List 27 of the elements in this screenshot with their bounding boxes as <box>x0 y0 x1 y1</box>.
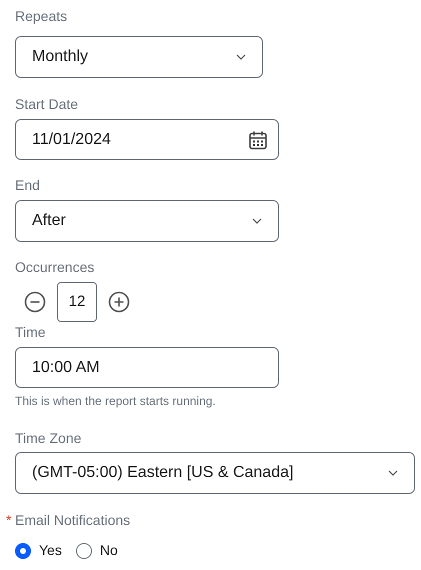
minus-circle-icon <box>24 291 46 313</box>
required-asterisk: * <box>6 511 12 530</box>
decrement-button[interactable] <box>24 291 46 313</box>
field-label: Start Date <box>15 95 80 114</box>
field-label: Time <box>15 323 47 342</box>
occurrences-field[interactable]: 12 <box>57 282 97 322</box>
date-field[interactable]: 11/01/2024 <box>15 119 279 160</box>
radio-button[interactable] <box>76 542 92 558</box>
increment-button[interactable] <box>108 291 130 313</box>
chevron-down-icon <box>388 470 398 476</box>
dropdown[interactable]: Monthly <box>15 36 263 78</box>
field-label: Email Notifications <box>15 511 130 530</box>
field-label: Time Zone <box>15 429 82 448</box>
calendar-icon[interactable] <box>248 130 268 150</box>
field-label: Repeats <box>15 7 68 26</box>
plus-circle-icon <box>108 291 130 313</box>
radio-option[interactable]: No <box>76 540 118 561</box>
field-label: Occurrences <box>15 258 96 277</box>
dropdown[interactable]: (GMT-05:00) Eastern [US & Canada] <box>15 452 415 494</box>
radio-button[interactable] <box>15 542 31 558</box>
chevron-down-icon <box>252 218 262 224</box>
dropdown[interactable]: After <box>15 200 279 242</box>
field-label: End <box>15 176 41 195</box>
radio-option[interactable]: Yes <box>15 540 62 561</box>
chevron-down-icon <box>236 54 246 60</box>
helper-text: This is when the report starts running. <box>15 393 217 409</box>
time-field[interactable]: 10:00 AM <box>15 347 279 388</box>
